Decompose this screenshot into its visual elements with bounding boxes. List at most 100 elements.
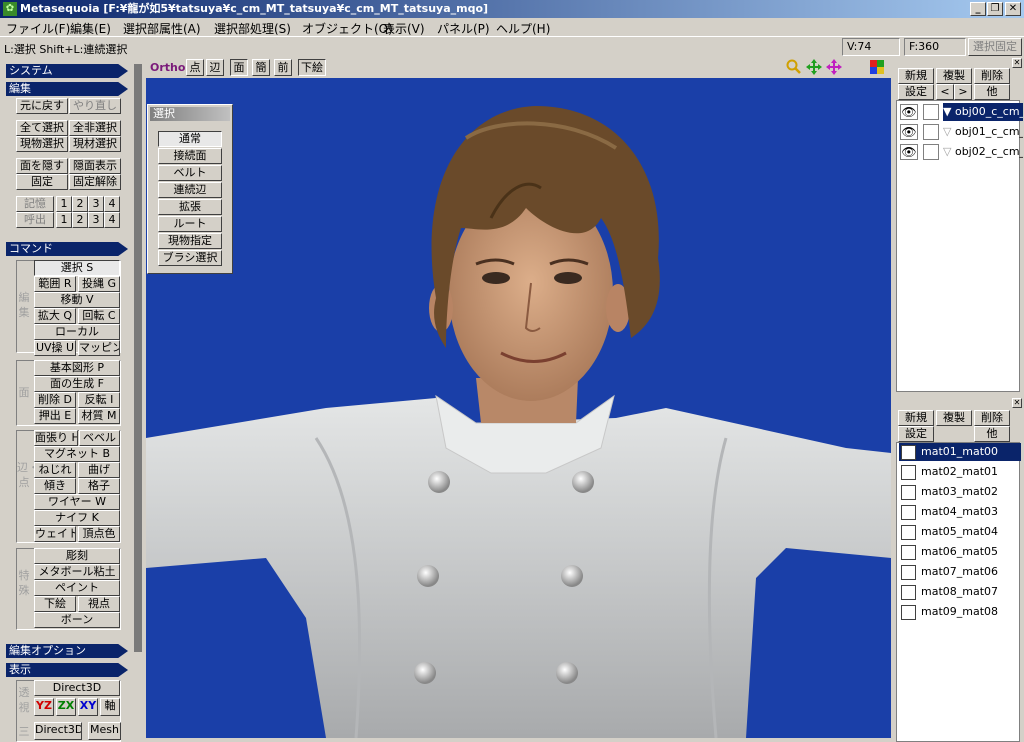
yz-view-button[interactable]: YZ xyxy=(34,698,54,716)
ortho-toggle[interactable]: Ortho xyxy=(150,61,185,74)
scale-button[interactable]: 拡大 Q xyxy=(34,308,76,324)
undo-button[interactable]: 元に戻す xyxy=(16,98,68,114)
move-button[interactable]: 移動 V xyxy=(34,292,120,308)
extrude-button[interactable]: 押出 E xyxy=(34,408,76,424)
object-duplicate-button[interactable]: 複製 xyxy=(936,68,972,84)
face-generate-button[interactable]: 面の生成 F xyxy=(34,376,120,392)
recall-slot-1[interactable]: 1 xyxy=(56,212,72,228)
object-new-button[interactable]: 新規 xyxy=(898,68,934,84)
select-belt-button[interactable]: ベルト xyxy=(158,165,222,181)
recall-slot-4[interactable]: 4 xyxy=(104,212,120,228)
3d-canvas[interactable] xyxy=(146,78,891,738)
xy-view-button[interactable]: XY xyxy=(78,698,98,716)
select-connected-button[interactable]: 接続面 xyxy=(158,148,222,164)
material-delete-button[interactable]: 削除 xyxy=(974,410,1010,426)
unfix-button[interactable]: 固定解除 xyxy=(69,174,121,190)
hide-faces-button[interactable]: 面を隠す xyxy=(16,158,68,174)
wire-button[interactable]: ワイヤー W xyxy=(34,494,120,510)
underlay-button[interactable]: 下絵 xyxy=(34,596,76,612)
menu-help[interactable]: ヘルプ(H) xyxy=(496,20,550,37)
menu-edit[interactable]: 編集(E) xyxy=(70,20,111,37)
material-row[interactable]: mat03_mat02 xyxy=(899,483,1021,501)
tilt-button[interactable]: 傾き xyxy=(34,478,76,494)
recall-slot-3[interactable]: 3 xyxy=(88,212,104,228)
pan-icon[interactable] xyxy=(806,59,822,75)
knife-button[interactable]: ナイフ K xyxy=(34,510,120,526)
edit-panel-title[interactable]: 編集 xyxy=(6,82,128,96)
memory-button[interactable]: 記憶 xyxy=(16,196,54,212)
metaball-button[interactable]: メタボール粘土 xyxy=(34,564,120,580)
material-row[interactable]: mat01_mat00 xyxy=(899,443,1021,461)
edit-options-title[interactable]: 編集オプション xyxy=(6,644,128,658)
material-checkbox[interactable] xyxy=(901,585,916,600)
point-mode-button[interactable]: 点 xyxy=(186,59,204,76)
twist-button[interactable]: ねじれ xyxy=(34,462,76,478)
mapping-button[interactable]: マッピング xyxy=(78,340,120,356)
redo-button[interactable]: やり直し xyxy=(69,98,121,114)
axis-button[interactable]: 軸 xyxy=(100,698,120,716)
object-next-button[interactable]: > xyxy=(954,84,972,100)
scrollbar-thumb[interactable] xyxy=(134,64,142,652)
material-checkbox[interactable] xyxy=(901,545,916,560)
menu-selection-attr[interactable]: 選択部属性(A) xyxy=(123,20,201,37)
weight-button[interactable]: ウェイト xyxy=(34,526,76,542)
front-view-button[interactable]: 前 xyxy=(274,59,292,76)
material-row[interactable]: mat09_mat08 xyxy=(899,603,1021,621)
material-new-button[interactable]: 新規 xyxy=(898,410,934,426)
show-hidden-button[interactable]: 隠面表示 xyxy=(69,158,121,174)
vertex-color-button[interactable]: 頂点色 xyxy=(78,526,120,542)
underlay-toggle[interactable]: 下絵 xyxy=(298,59,326,76)
material-row[interactable]: mat05_mat04 xyxy=(899,523,1021,541)
simple-mode-button[interactable]: 簡 xyxy=(252,59,270,76)
object-prev-button[interactable]: < xyxy=(936,84,954,100)
primitive-button[interactable]: 基本図形 P xyxy=(34,360,120,376)
fix-button[interactable]: 固定 xyxy=(16,174,68,190)
face-mode-button[interactable]: 面 xyxy=(230,59,248,76)
zoom-icon[interactable] xyxy=(786,59,802,75)
object-panel-close-icon[interactable]: ✕ xyxy=(1012,58,1022,68)
restore-button[interactable]: ❐ xyxy=(987,2,1003,16)
bone-button[interactable]: ボーン xyxy=(34,612,120,628)
object-row[interactable]: 👁 ▽ obj01_c_cm_ xyxy=(899,123,1023,141)
magnet-button[interactable]: マグネット B xyxy=(34,446,120,462)
memory-slot-4[interactable]: 4 xyxy=(104,196,120,212)
lock-toggle[interactable] xyxy=(923,124,939,140)
delete-face-button[interactable]: 削除 D xyxy=(34,392,76,408)
select-route-button[interactable]: ルート xyxy=(158,216,222,232)
paint-button[interactable]: ペイント xyxy=(34,580,120,596)
zx-view-button[interactable]: ZX xyxy=(56,698,76,716)
material-row[interactable]: mat07_mat06 xyxy=(899,563,1021,581)
material-checkbox[interactable] xyxy=(901,525,916,540)
minimize-button[interactable]: _ xyxy=(970,2,986,16)
rotate-button[interactable]: 回転 C xyxy=(78,308,120,324)
lattice-button[interactable]: 格子 xyxy=(78,478,120,494)
object-name[interactable]: ▽ obj02_c_cm_ xyxy=(943,143,1023,161)
rotate-view-icon[interactable] xyxy=(826,59,842,75)
menu-file[interactable]: ファイル(F) xyxy=(6,20,70,37)
material-row[interactable]: mat08_mat07 xyxy=(899,583,1021,601)
sculpt-button[interactable]: 彫刻 xyxy=(34,548,120,564)
display-panel-title[interactable]: 表示 xyxy=(6,663,128,677)
material-checkbox[interactable] xyxy=(901,505,916,520)
face-tension-button[interactable]: 面張り H xyxy=(34,430,78,446)
material-duplicate-button[interactable]: 複製 xyxy=(936,410,972,426)
left-panel-scrollbar[interactable] xyxy=(132,60,146,742)
select-continuous-edge-button[interactable]: 連続辺 xyxy=(158,182,222,198)
memory-slot-3[interactable]: 3 xyxy=(88,196,104,212)
direct3d-button[interactable]: Direct3D xyxy=(34,680,120,696)
edge-mode-button[interactable]: 辺 xyxy=(206,59,224,76)
direct3d-secondary-button[interactable]: Direct3D xyxy=(34,722,82,740)
material-checkbox[interactable] xyxy=(901,465,916,480)
bevel-button[interactable]: ベベル xyxy=(79,430,120,446)
visibility-eye-icon[interactable]: 👁 xyxy=(900,104,918,120)
material-other-button[interactable]: 他 xyxy=(974,426,1010,442)
close-button[interactable]: ✕ xyxy=(1005,2,1021,16)
material-checkbox[interactable] xyxy=(901,445,916,460)
memory-slot-1[interactable]: 1 xyxy=(56,196,72,212)
object-other-button[interactable]: 他 xyxy=(974,84,1010,100)
select-current-material-button[interactable]: 現材選択 xyxy=(69,136,121,152)
menu-selection-process[interactable]: 選択部処理(S) xyxy=(214,20,291,37)
range-button[interactable]: 範囲 R xyxy=(34,276,76,292)
object-row[interactable]: 👁 ▽ obj02_c_cm_ xyxy=(899,143,1023,161)
lasso-button[interactable]: 投縄 G xyxy=(78,276,120,292)
